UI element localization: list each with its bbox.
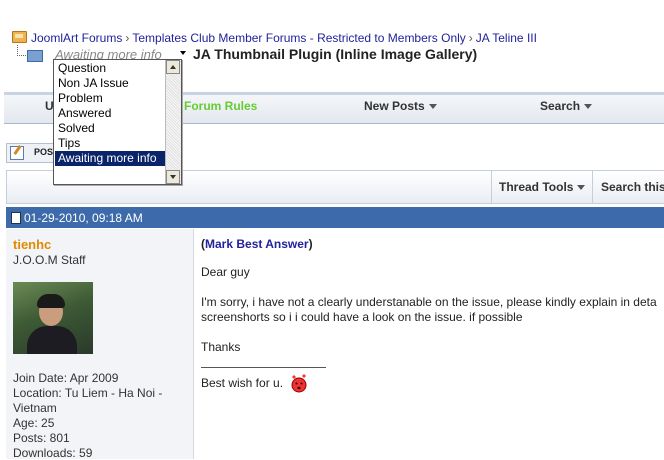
breadcrumb-separator: › <box>468 31 473 45</box>
user-location: Location: Tu Liem - Ha Noi - <box>13 386 163 400</box>
folder-icon <box>12 31 27 43</box>
dropdown-option-problem[interactable]: Problem <box>55 91 166 106</box>
post-old-icon <box>11 212 21 224</box>
thread-title: JA Thumbnail Plugin (Inline Image Galler… <box>193 46 478 62</box>
signature-divider <box>201 367 326 368</box>
post-greeting: Dear guy <box>201 265 250 279</box>
nav-item-search[interactable]: Search <box>540 99 593 113</box>
divider <box>491 171 492 203</box>
post-body-line: screenshorts so i i could have a look on… <box>201 310 523 324</box>
breadcrumb: JoomlArt Forums › Templates Club Member Fo… <box>12 31 537 45</box>
post-body-line: I'm sorry, i have not a clearly understa… <box>201 295 657 309</box>
tree-connector <box>17 45 26 56</box>
mark-best-answer-link[interactable]: Mark Best Answer <box>205 237 309 251</box>
search-thread-menu[interactable]: Search this <box>601 180 664 194</box>
nav-item-forum-rules[interactable]: Forum Rules <box>184 99 257 113</box>
post-date: 01-29-2010, 09:18 AM <box>24 211 143 225</box>
chevron-down-icon[interactable] <box>180 51 186 55</box>
user-age: Age: 25 <box>13 416 55 430</box>
dropdown-option-tips[interactable]: Tips <box>55 136 166 151</box>
post-thanks: Thanks <box>201 340 241 354</box>
nav-item-new-posts[interactable]: New Posts <box>364 99 437 113</box>
chevron-down-icon <box>584 104 593 109</box>
avatar[interactable] <box>13 282 93 354</box>
user-posts: Posts: 801 <box>13 431 70 445</box>
breadcrumb-link-joomlart-forums[interactable]: JoomlArt Forums <box>31 31 122 45</box>
user-location-cont: Vietnam <box>13 401 57 415</box>
dropdown-option-question[interactable]: Question <box>55 61 166 76</box>
breadcrumb-separator: › <box>125 31 130 45</box>
scrollbar[interactable] <box>165 60 181 184</box>
post-reply-label[interactable]: POS <box>34 147 53 157</box>
chevron-down-icon <box>577 185 586 190</box>
scroll-down-button[interactable] <box>166 170 180 184</box>
kiss-smiley-icon <box>291 374 307 393</box>
divider <box>592 171 593 203</box>
prefix-dropdown-list[interactable]: Question Non JA Issue Problem Answered Solve… <box>53 59 182 185</box>
thread-icon <box>27 50 43 62</box>
breadcrumb-link-ja-teline[interactable]: JA Teline III <box>476 31 537 45</box>
dropdown-option-solved[interactable]: Solved <box>55 121 166 136</box>
mark-best-answer: (Mark Best Answer) <box>201 237 313 251</box>
user-join-date: Join Date: Apr 2009 <box>13 371 119 385</box>
signature-text: Best wish for u. <box>201 376 284 390</box>
chevron-down-icon <box>428 104 437 109</box>
dropdown-option-non-ja-issue[interactable]: Non JA Issue <box>55 76 166 91</box>
username-link[interactable]: tienhc <box>13 237 51 252</box>
scroll-up-button[interactable] <box>166 60 180 74</box>
edit-icon <box>10 146 24 160</box>
user-title: J.O.O.M Staff <box>13 253 86 267</box>
user-downloads: Downloads: 59 <box>13 446 93 460</box>
dropdown-option-answered[interactable]: Answered <box>55 106 166 121</box>
thread-tools-menu[interactable]: Thread Tools <box>499 180 586 194</box>
breadcrumb-link-templates-club[interactable]: Templates Club Member Forums - Restricte… <box>132 31 465 45</box>
dropdown-option-awaiting-more-info[interactable]: Awaiting more info <box>55 151 166 166</box>
